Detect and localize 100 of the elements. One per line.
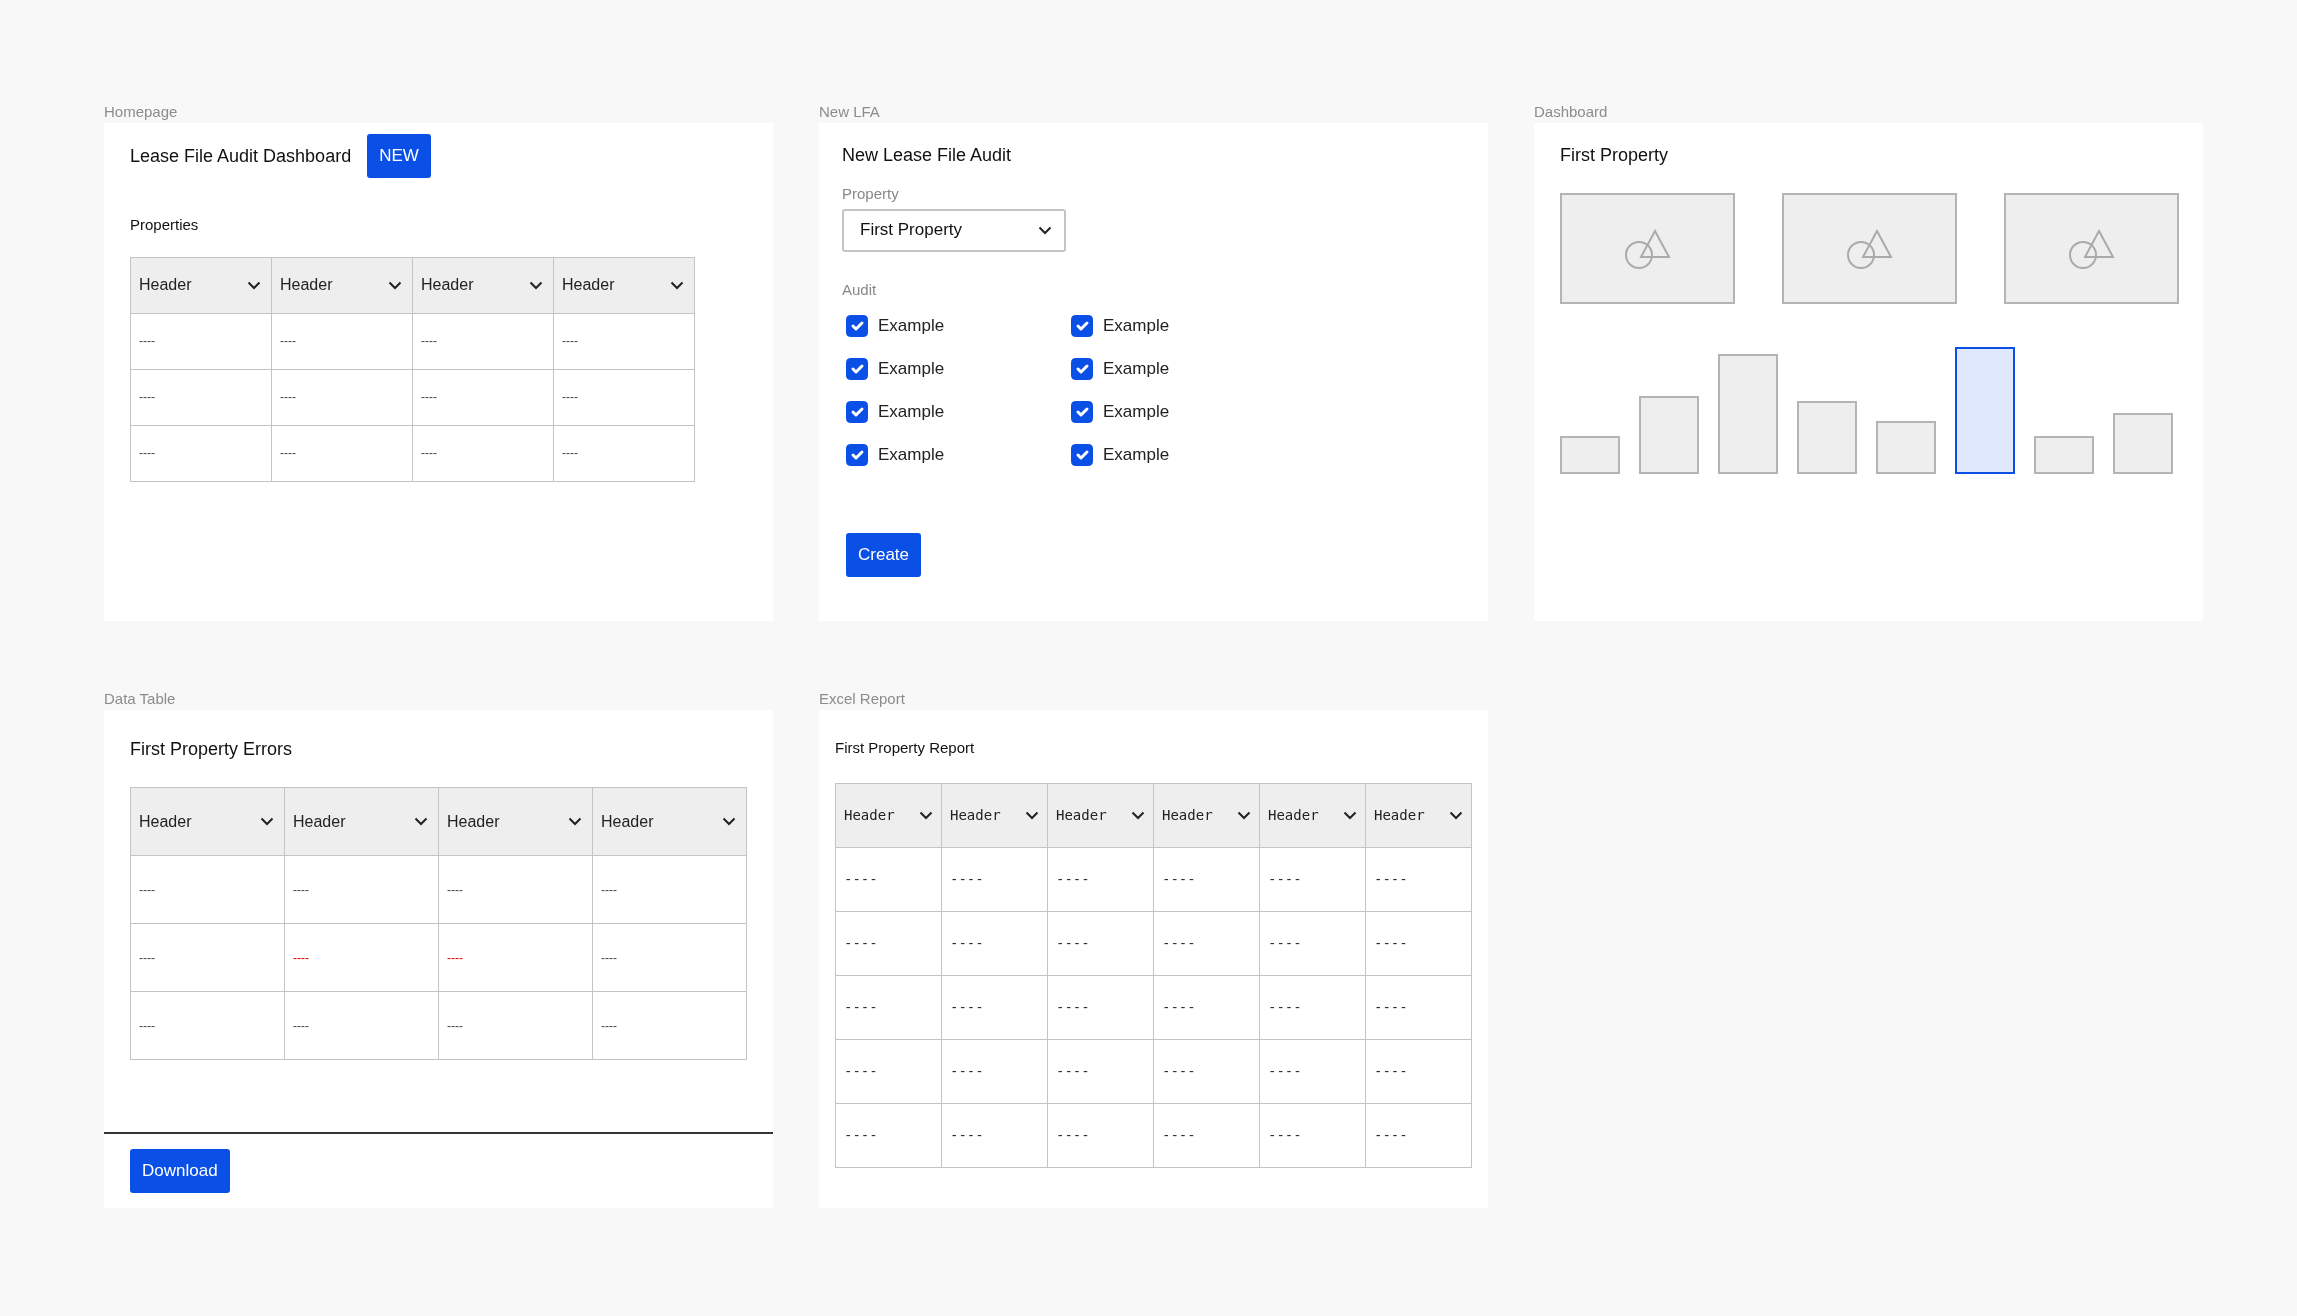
column-header-dropdown[interactable]: Header (942, 783, 1047, 847)
checkbox[interactable] (846, 358, 868, 380)
column-header-dropdown[interactable]: Header (836, 783, 941, 847)
column-header-dropdown[interactable]: Header (554, 257, 694, 313)
table-cell: ---- (1153, 847, 1260, 911)
chevron-down-icon (414, 817, 428, 826)
table-cell: ---- (412, 369, 554, 425)
table-cell: ---- (1259, 911, 1366, 975)
checkbox[interactable] (846, 315, 868, 337)
table-cell: ---- (1259, 847, 1366, 911)
chevron-down-icon (529, 280, 543, 290)
chevron-down-icon (670, 280, 684, 290)
table-cell: ---- (941, 911, 1048, 975)
checkbox-label: Example (1103, 444, 1170, 467)
table-cell: ---- (271, 425, 413, 481)
field-label: Audit (842, 279, 878, 300)
column-header-dropdown[interactable]: Header (131, 257, 271, 313)
column-header-dropdown[interactable]: Header (1260, 783, 1365, 847)
checkbox-label: Example (878, 401, 945, 424)
checkbox-label: Example (878, 358, 945, 381)
column-header-dropdown[interactable]: Header (272, 257, 412, 313)
table-cell: ---- (1365, 847, 1472, 911)
checkbox[interactable] (846, 401, 868, 423)
chevron-down-icon (388, 280, 402, 290)
column-header-dropdown[interactable]: Header (1366, 783, 1471, 847)
table-cell: ---- (1047, 847, 1154, 911)
checkbox-label: Example (1103, 358, 1170, 381)
chevron-down-icon (568, 817, 582, 826)
table-cell: ---- (1047, 911, 1154, 975)
table-cell: ---- (1153, 975, 1260, 1039)
download-button[interactable]: Download (130, 1149, 230, 1193)
checkbox-label: Example (1103, 315, 1170, 338)
checkbox[interactable] (1071, 401, 1093, 423)
checkbox[interactable] (1071, 358, 1093, 380)
column-header-dropdown[interactable]: Header (413, 257, 553, 313)
table-cell: ---- (1365, 911, 1472, 975)
table-cell: ---- (592, 923, 747, 992)
table-cell: ---- (592, 855, 747, 924)
chevron-down-icon (1038, 225, 1052, 235)
table-cell: ---- (271, 313, 413, 369)
new-button[interactable]: NEW (367, 134, 431, 178)
table-cell: ---- (412, 425, 554, 481)
checkbox[interactable] (1071, 315, 1093, 337)
table-cell: ---- (941, 847, 1048, 911)
chevron-down-icon (1131, 810, 1145, 820)
frame-label: Data Table (104, 689, 177, 709)
table-cell: ---- (130, 313, 272, 369)
table-cell: ---- (1153, 1039, 1260, 1103)
report-title: First Property Report (835, 738, 976, 758)
table-cell: ---- (1153, 911, 1260, 975)
column-header-dropdown[interactable]: Header (1154, 783, 1259, 847)
table-cell: ---- (553, 369, 695, 425)
checkbox[interactable] (1071, 444, 1093, 466)
image-icon (2068, 228, 2115, 269)
table-cell: ---- (130, 991, 285, 1060)
chevron-down-icon (260, 817, 274, 826)
dashboard-title: First Property (1560, 144, 1670, 167)
table-cell: ---- (1047, 1103, 1154, 1167)
table-cell: ---- (941, 1103, 1048, 1167)
column-header-dropdown[interactable]: Header (285, 788, 438, 855)
frame-label: Dashboard (1534, 102, 1609, 122)
table-cell: ---- (1259, 1103, 1366, 1167)
table-cell: ---- (271, 369, 413, 425)
table-cell: ---- (130, 923, 285, 992)
column-header-dropdown[interactable]: Header (439, 788, 592, 855)
chevron-down-icon (1237, 810, 1251, 820)
table-cell: ---- (1047, 975, 1154, 1039)
create-button[interactable]: Create (846, 533, 922, 577)
checkbox[interactable] (846, 444, 868, 466)
table-cell: ---- (1365, 1039, 1472, 1103)
table-cell: ---- (835, 1103, 942, 1167)
table-cell: ---- (835, 975, 942, 1039)
table-cell: ---- (284, 991, 439, 1060)
image-icon (1846, 228, 1893, 269)
frame-label: New LFA (819, 102, 881, 122)
property-select[interactable]: First Property (842, 208, 1066, 252)
table-cell: ---- (438, 991, 593, 1060)
table-cell: ---- (284, 855, 439, 924)
table-cell: ---- (835, 911, 942, 975)
column-header-dropdown[interactable]: Header (1048, 783, 1153, 847)
chevron-down-icon (1025, 810, 1039, 820)
chevron-down-icon (1449, 810, 1463, 820)
table-title: First Property Errors (130, 738, 294, 761)
column-header-dropdown[interactable]: Header (131, 788, 284, 855)
table-cell: ---- (130, 855, 285, 924)
checkbox-label: Example (878, 315, 945, 338)
table-cell: ---- (1047, 1039, 1154, 1103)
section-title: Properties (130, 215, 200, 235)
table-cell: ---- (835, 1039, 942, 1103)
image-icon (1624, 228, 1671, 269)
frame-label: Homepage (104, 102, 179, 122)
table-cell: ---- (1153, 1103, 1260, 1167)
table-cell: ---- (412, 313, 554, 369)
table-cell: ---- (1365, 975, 1472, 1039)
table-cell: ---- (941, 1039, 1048, 1103)
table-cell: ---- (1259, 975, 1366, 1039)
column-header-dropdown[interactable]: Header (593, 788, 746, 855)
checkbox-label: Example (878, 444, 945, 467)
chevron-down-icon (722, 817, 736, 826)
table-cell: ---- (1365, 1103, 1472, 1167)
